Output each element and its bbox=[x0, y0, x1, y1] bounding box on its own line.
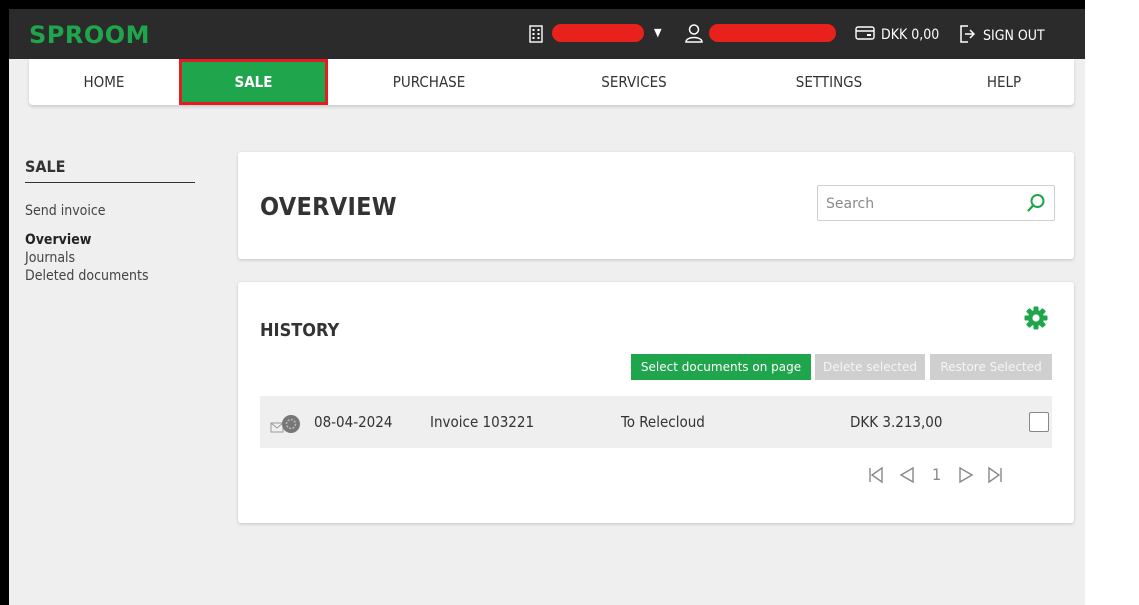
select-documents-button[interactable]: Select documents on page bbox=[631, 354, 811, 380]
sign-out-label: SIGN OUT bbox=[983, 28, 1045, 44]
prev-page-icon[interactable] bbox=[898, 466, 916, 488]
redacted-user-name bbox=[709, 24, 836, 42]
nav-sale[interactable]: SALE bbox=[179, 59, 328, 105]
sidebar: SALE Send invoice Overview Journals Dele… bbox=[25, 157, 195, 284]
search-icon[interactable] bbox=[1026, 193, 1046, 217]
company-selector[interactable] bbox=[528, 25, 544, 47]
row-document[interactable]: Invoice 103221 bbox=[430, 413, 534, 431]
history-title: HISTORY bbox=[260, 320, 340, 341]
building-icon bbox=[528, 25, 544, 47]
nav-purchase[interactable]: PURCHASE bbox=[329, 59, 529, 105]
top-bar: SPROOM ▼ DKK 0,00 SIGN OUT bbox=[9, 9, 1085, 59]
delete-selected-button[interactable]: Delete selected bbox=[815, 354, 925, 380]
sproom-logo[interactable]: SPROOM bbox=[29, 21, 150, 49]
search-input[interactable] bbox=[826, 194, 1016, 214]
nav-settings[interactable]: SETTINGS bbox=[739, 59, 919, 105]
restore-selected-button[interactable]: Restore Selected bbox=[930, 354, 1052, 380]
gear-icon[interactable] bbox=[1024, 306, 1048, 334]
wallet-icon bbox=[855, 25, 875, 45]
row-amount: DKK 3.213,00 bbox=[850, 413, 943, 431]
sidebar-item-overview[interactable]: Overview bbox=[25, 232, 195, 248]
nav-help[interactable]: HELP bbox=[934, 59, 1074, 105]
page-title: OVERVIEW bbox=[260, 192, 397, 221]
envelope-status-icon bbox=[270, 414, 304, 440]
sign-out-button[interactable]: SIGN OUT bbox=[959, 25, 1045, 47]
balance-amount: DKK 0,00 bbox=[881, 27, 940, 43]
history-card: HISTORY Select documents on page Delete … bbox=[238, 282, 1074, 523]
sidebar-item-send-invoice[interactable]: Send invoice bbox=[25, 203, 195, 219]
main-nav: HOME SALE PURCHASE SERVICES SETTINGS HEL… bbox=[29, 59, 1074, 105]
chevron-down-icon[interactable]: ▼ bbox=[654, 26, 662, 39]
overview-card: OVERVIEW bbox=[238, 152, 1074, 259]
user-menu[interactable] bbox=[684, 23, 704, 47]
balance-display[interactable]: DKK 0,00 bbox=[855, 25, 939, 45]
row-date: 08-04-2024 bbox=[314, 413, 393, 431]
sign-out-icon bbox=[959, 25, 976, 47]
sidebar-item-deleted-documents[interactable]: Deleted documents bbox=[25, 268, 195, 284]
nav-services[interactable]: SERVICES bbox=[534, 59, 734, 105]
redacted-company-name bbox=[552, 24, 644, 42]
row-recipient: To Relecloud bbox=[621, 413, 705, 431]
app-window: SPROOM ▼ DKK 0,00 SIGN OUT HOME SALE PUR… bbox=[9, 9, 1085, 605]
sidebar-item-journals[interactable]: Journals bbox=[25, 250, 195, 266]
row-checkbox[interactable] bbox=[1029, 412, 1049, 432]
current-page: 1 bbox=[932, 465, 942, 484]
first-page-icon[interactable] bbox=[867, 466, 885, 488]
table-row[interactable]: 08-04-2024 Invoice 103221 To Relecloud D… bbox=[260, 396, 1052, 448]
last-page-icon[interactable] bbox=[986, 466, 1004, 488]
nav-home[interactable]: HOME bbox=[29, 59, 179, 105]
user-icon bbox=[684, 23, 704, 47]
next-page-icon[interactable] bbox=[957, 466, 975, 488]
sidebar-title: SALE bbox=[25, 157, 195, 183]
search-box bbox=[817, 185, 1055, 221]
